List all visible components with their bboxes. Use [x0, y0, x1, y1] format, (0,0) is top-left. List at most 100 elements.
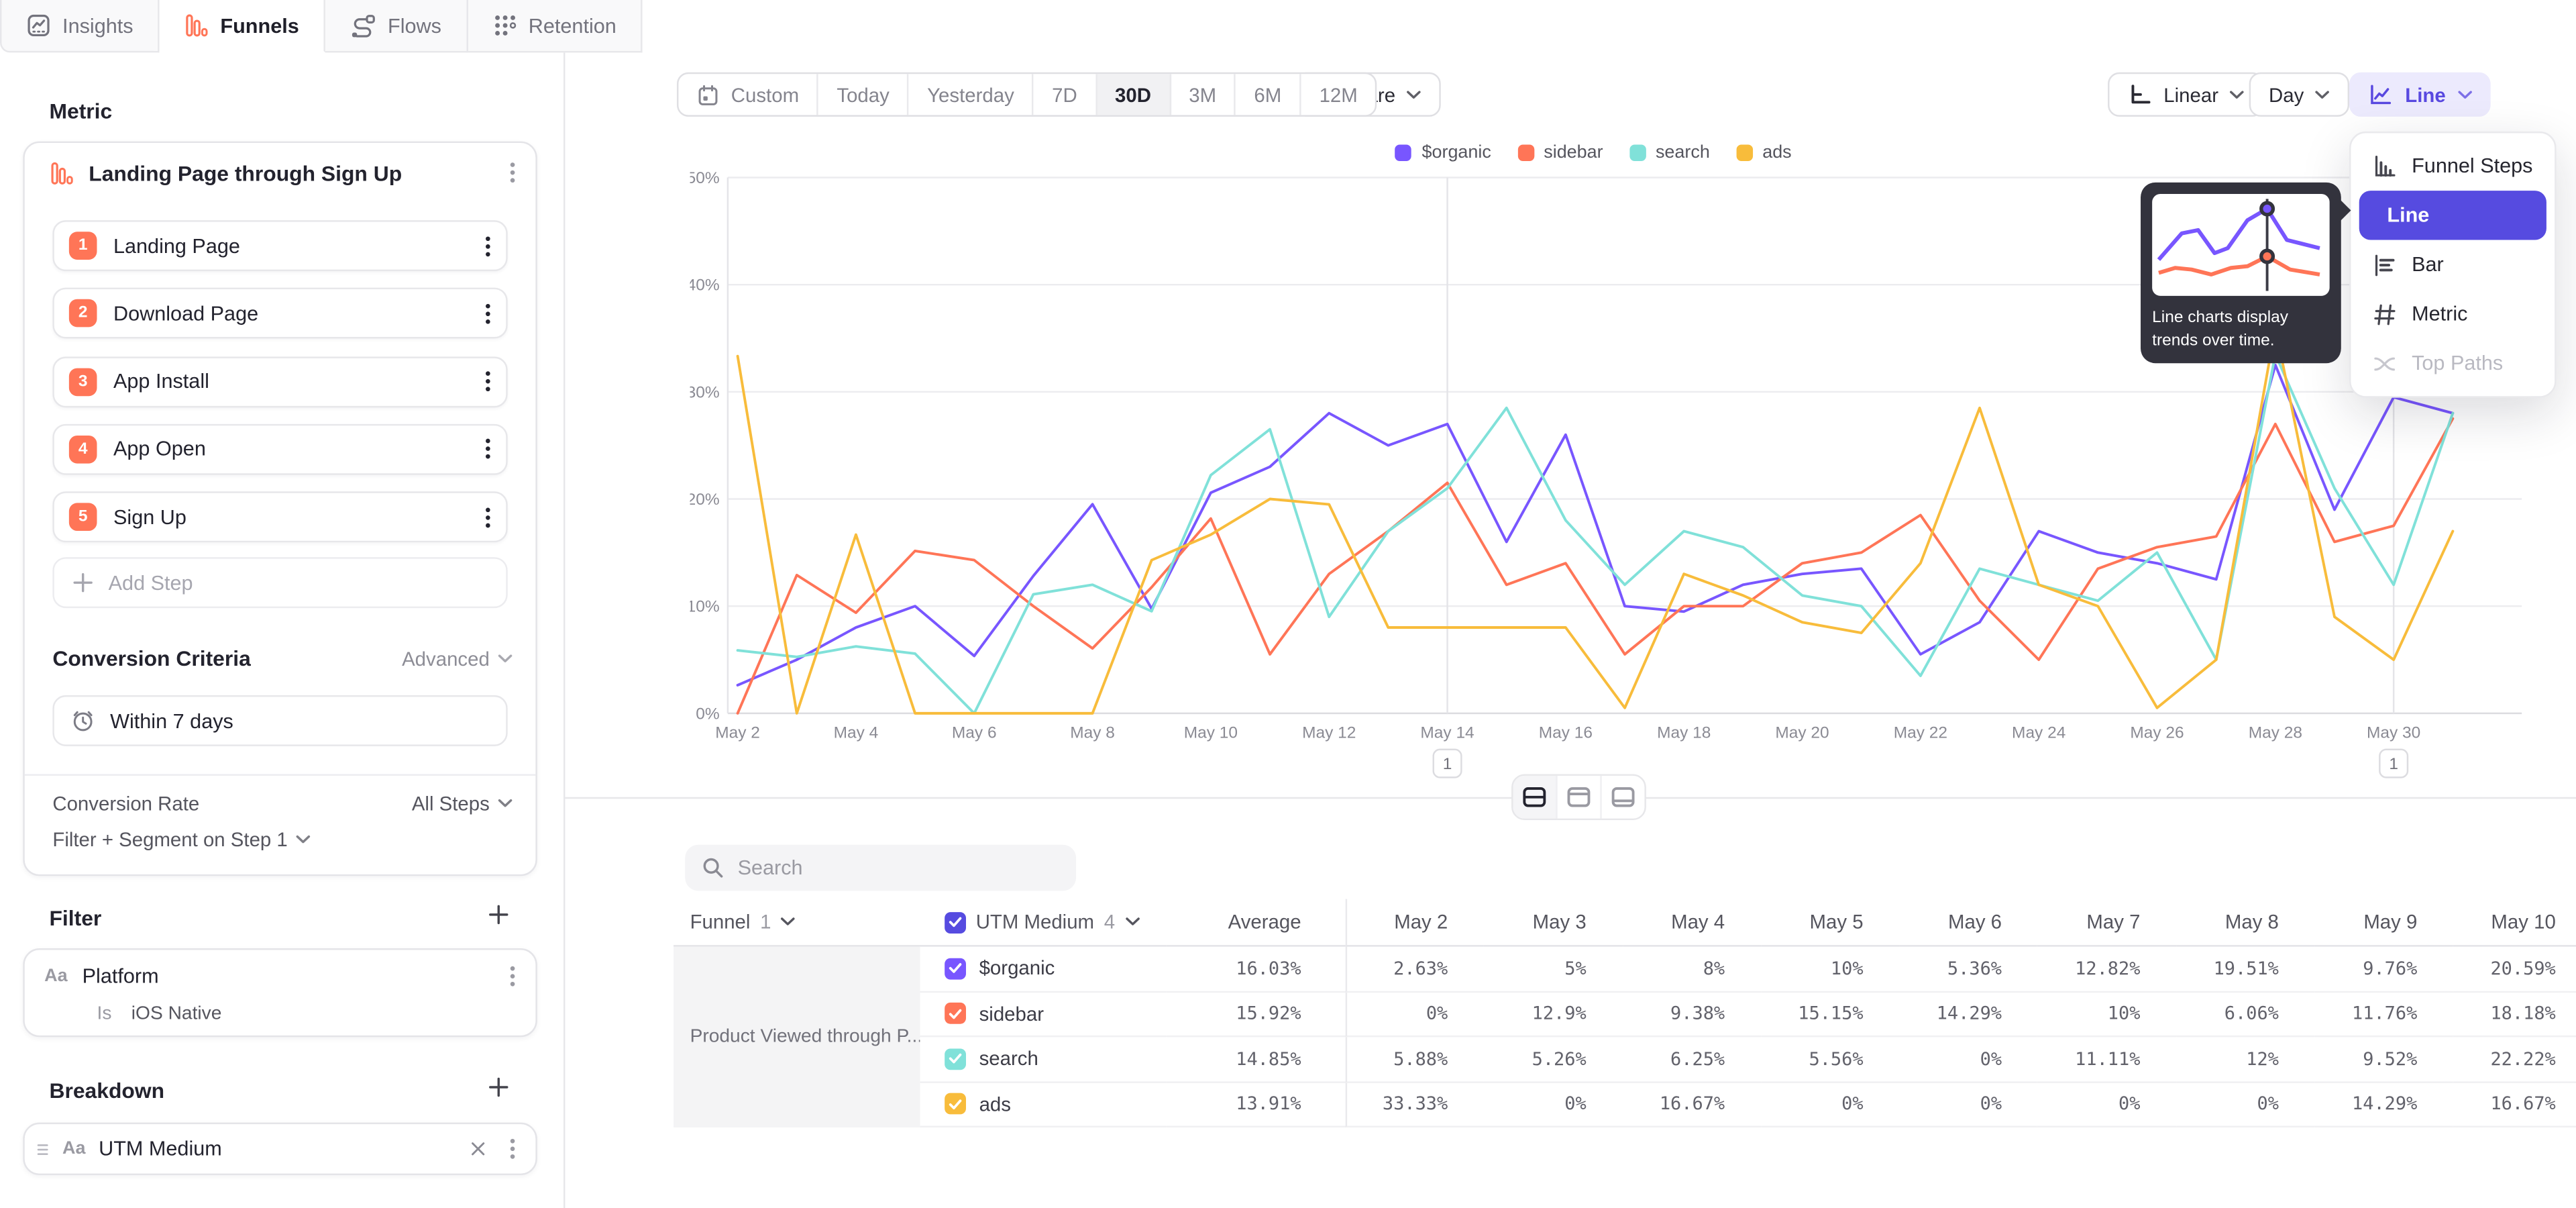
range-today[interactable]: Today [818, 74, 909, 115]
value-cell: 5.26% [1484, 1037, 1622, 1082]
series-name: search [979, 1048, 1038, 1070]
chart-type-dropdown[interactable]: Line [2349, 72, 2490, 117]
column-header-may-5[interactable]: May 5 [1761, 899, 1899, 947]
column-header-may-9[interactable]: May 9 [2315, 899, 2453, 947]
step-label: App Open [113, 438, 468, 460]
interval-label: Day [2269, 83, 2304, 106]
split-view-toggle[interactable] [1513, 776, 1558, 819]
tab-retention[interactable]: Retention [468, 0, 643, 52]
column-header-may-2[interactable]: May 2 [1346, 899, 1484, 947]
breakdown-kebab-menu-icon[interactable] [502, 1134, 522, 1164]
filter-card[interactable]: Aa Platform Is iOS Native [23, 948, 537, 1037]
funnel-name-cell[interactable]: Product Viewed through P... [674, 947, 920, 1127]
range-30d[interactable]: 30D [1097, 74, 1171, 115]
filter-segment-dropdown[interactable]: Filter + Segment on Step 1 [52, 828, 311, 851]
legend-label: $organic [1422, 143, 1491, 162]
column-header-may-6[interactable]: May 6 [1899, 899, 2037, 947]
line-chart-icon [2367, 82, 2394, 107]
annotation-badge[interactable]: 1 [1434, 750, 1462, 778]
filter-kebab-menu-icon[interactable] [502, 962, 522, 991]
tab-flows[interactable]: Flows [325, 0, 468, 52]
interval-dropdown[interactable]: Day [2249, 72, 2350, 117]
remove-breakdown-icon[interactable] [467, 1138, 490, 1160]
column-header-may-4[interactable]: May 4 [1623, 899, 1761, 947]
menu-item-line[interactable]: Line [2359, 191, 2546, 240]
funnel-column-header[interactable]: Funnel1 [674, 899, 920, 947]
svg-text:May 12: May 12 [1302, 724, 1356, 742]
funnel-count: 1 [760, 911, 771, 934]
calendar-icon [696, 83, 719, 106]
cell-value: 0% [2118, 1093, 2140, 1115]
layout-toggle-group [1511, 774, 1646, 820]
step-kebab-menu-icon[interactable] [484, 234, 491, 257]
step-label: Landing Page [113, 234, 468, 257]
column-header-may-7[interactable]: May 7 [2038, 899, 2176, 947]
row-checkbox[interactable] [945, 958, 966, 979]
row-checkbox[interactable] [945, 1003, 966, 1024]
funnel-step-sign-up[interactable]: 5Sign Up [52, 492, 507, 543]
scale-dropdown[interactable]: Linear [2108, 72, 2265, 117]
breakdown-column-header[interactable]: UTM Medium4 [920, 899, 1166, 947]
tab-label: Flows [388, 14, 441, 37]
svg-text:May 16: May 16 [1539, 724, 1593, 742]
breakdown-section-label: Breakdown [49, 1078, 164, 1103]
tab-insights[interactable]: Insights [0, 0, 160, 52]
linear-axis-icon [2127, 82, 2152, 107]
column-header-label: May 4 [1671, 911, 1725, 934]
range-custom[interactable]: Custom [678, 74, 818, 115]
table-row-name-search: search [920, 1037, 1166, 1082]
breakdown-header-label: UTM Medium [976, 911, 1094, 934]
add-step-button[interactable]: Add Step [52, 557, 507, 608]
tooltip-text: Line charts display trends over time. [2152, 307, 2329, 352]
row-checkbox[interactable] [945, 1048, 966, 1070]
annotation-badge[interactable]: 1 [2379, 750, 2408, 778]
add-breakdown-button[interactable] [488, 1076, 509, 1098]
breakdown-card[interactable]: Aa UTM Medium [23, 1123, 537, 1175]
range-12m[interactable]: 12M [1301, 74, 1376, 115]
range-yesterday[interactable]: Yesterday [909, 74, 1034, 115]
column-header-may-8[interactable]: May 8 [2176, 899, 2314, 947]
step-kebab-menu-icon[interactable] [484, 302, 491, 325]
range-6m[interactable]: 6M [1236, 74, 1301, 115]
legend-item-search[interactable]: search [1629, 143, 1710, 162]
legend-item-sidebar[interactable]: sidebar [1517, 143, 1603, 162]
value-cell: 6.25% [1623, 1037, 1761, 1082]
value-cell: 2.63% [1346, 947, 1484, 992]
line-chart-tooltip: Line charts display trends over time. [2141, 183, 2341, 363]
conversion-window-label: Within 7 days [110, 709, 233, 732]
chart-legend: $organic sidebar search ads [1216, 143, 1972, 162]
step-kebab-menu-icon[interactable] [484, 438, 491, 460]
step-kebab-menu-icon[interactable] [484, 370, 491, 393]
range-7d[interactable]: 7D [1034, 74, 1097, 115]
chart-view-toggle[interactable] [1558, 776, 1602, 819]
step-kebab-menu-icon[interactable] [484, 506, 491, 529]
table-search-input[interactable]: Search [685, 845, 1076, 891]
funnel-step-landing-page[interactable]: 1Landing Page [52, 220, 507, 271]
legend-item-ads[interactable]: ads [1736, 143, 1792, 162]
menu-item-funnel-steps[interactable]: Funnel Steps [2359, 142, 2546, 191]
tab-funnels[interactable]: Funnels [160, 0, 325, 52]
drag-handle-icon[interactable] [36, 1142, 50, 1156]
funnel-kebab-menu-icon[interactable] [502, 158, 522, 187]
table-view-toggle[interactable] [1602, 776, 1645, 819]
range-3m[interactable]: 3M [1171, 74, 1236, 115]
add-filter-button[interactable] [488, 904, 509, 925]
menu-item-bar[interactable]: Bar [2359, 240, 2546, 289]
value-cell: 12% [2176, 1037, 2314, 1082]
advanced-dropdown[interactable]: Advanced [402, 647, 513, 670]
legend-item-organic[interactable]: $organic [1395, 143, 1491, 162]
row-checkbox[interactable] [945, 1093, 966, 1115]
conversion-rate-steps-dropdown[interactable]: All Steps [412, 792, 513, 815]
value-cell: 0% [1761, 1083, 1899, 1127]
column-header-may-10[interactable]: May 10 [2453, 899, 2576, 947]
column-header-average[interactable]: Average [1167, 899, 1346, 947]
funnel-step-app-install[interactable]: 3App Install [52, 356, 507, 407]
legend-label: ads [1762, 143, 1791, 162]
menu-item-metric[interactable]: Metric [2359, 289, 2546, 338]
select-all-checkbox[interactable] [945, 911, 966, 933]
funnel-step-download-page[interactable]: 2Download Page [52, 288, 507, 339]
conversion-window-button[interactable]: Within 7 days [52, 695, 507, 746]
cell-value: 9.38% [1670, 1003, 1725, 1024]
column-header-may-3[interactable]: May 3 [1484, 899, 1622, 947]
funnel-step-app-open[interactable]: 4App Open [52, 424, 507, 475]
